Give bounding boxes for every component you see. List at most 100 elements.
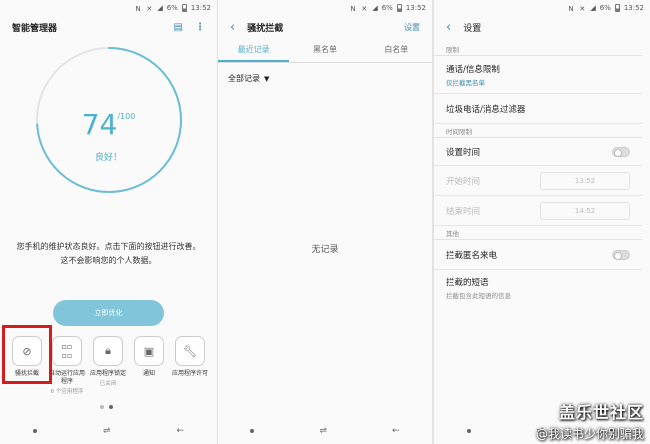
page-dot-active	[109, 405, 113, 409]
tab-blacklist[interactable]: 黑名单	[289, 38, 360, 60]
back-arrow-icon[interactable]: ‹	[446, 20, 451, 35]
section-header-limit: 限制	[434, 42, 642, 56]
battery-icon	[181, 4, 187, 12]
signal-icon: ◢	[157, 4, 163, 12]
page-indicator	[100, 405, 113, 409]
call-blocking-screen: N ✕ ◢ 6% 13:52 ‹ 骚扰拦截 设置 最近记录 黑名单 白名单 全部…	[218, 0, 432, 444]
description-line-1: 您手机的维护状态良好。点击下面的按钮进行改善。	[16, 242, 201, 251]
battery-icon	[396, 4, 402, 12]
mute-icon: ✕	[146, 4, 153, 13]
set-time-item[interactable]: 设置时间	[434, 138, 642, 166]
block-anonymous-item[interactable]: 拦截匿名来电	[434, 240, 642, 270]
recent-apps-icon[interactable]	[250, 429, 255, 433]
navigation-bar: ⇌ ←	[0, 418, 217, 444]
home-icon[interactable]: ⇌	[103, 426, 111, 436]
tab-whitelist[interactable]: 白名单	[361, 38, 432, 60]
page-title: 设置	[463, 23, 482, 34]
tile-label: 应用程序锁定	[89, 370, 126, 377]
blocked-phrases-item[interactable]: 拦截的短语 拦截包含此短语的信息	[434, 270, 642, 306]
smart-manager-screen: N ✕ ◢ 6% 13:52 智能管理器 ▤ ⋮ 74/100 良好！ 您手机的…	[0, 0, 217, 444]
item-subtitle: 拦截包含此短语的信息	[446, 292, 511, 300]
notification-icon: ▣	[134, 336, 164, 366]
tab-bar: 最近记录 黑名单 白名单	[218, 38, 432, 60]
maintenance-description: 您手机的维护状态良好。点击下面的按钮进行改善。 这不会影响您的个人数据。	[8, 240, 209, 268]
tile-label: 自动运行应用程序	[48, 370, 85, 385]
description-line-2: 这不会影响您的个人数据。	[60, 256, 157, 265]
start-time-field: 13:52	[540, 171, 630, 190]
item-title: 通话/信息限制	[446, 64, 500, 75]
app-bar: ‹ 设置	[434, 16, 650, 38]
mute-icon: ✕	[361, 4, 368, 13]
nfc-icon: N	[568, 4, 574, 13]
report-icon[interactable]: ▤	[174, 22, 183, 33]
back-icon[interactable]: ←	[176, 426, 184, 436]
status-bar: N ✕ ◢ 6% 13:52	[218, 0, 432, 16]
back-icon[interactable]: ←	[392, 426, 400, 436]
home-icon[interactable]: ⇌	[319, 426, 327, 436]
nfc-icon: N	[135, 4, 141, 13]
app-bar: ‹ 骚扰拦截 设置	[218, 16, 432, 38]
optimize-now-button[interactable]: 立即优化	[53, 300, 164, 326]
empty-state: 无记录	[311, 245, 339, 255]
item-title: 结束时间	[446, 206, 481, 217]
battery-percent: 6%	[599, 4, 611, 12]
item-title: 拦截匿名来电	[446, 250, 498, 261]
settings-link[interactable]: 设置	[404, 22, 420, 33]
more-options-icon[interactable]: ⋮	[195, 22, 205, 33]
block-anonymous-toggle[interactable]	[612, 249, 630, 260]
start-time-item: 开始时间 13:52	[434, 166, 642, 196]
dropdown-arrow-icon: ▼	[264, 74, 270, 83]
watermark-author: @我读书少你别骗我	[535, 427, 644, 441]
call-message-limit-item[interactable]: 通话/信息限制 仅拦截黑名单	[434, 56, 642, 94]
status-time: 13:52	[190, 4, 211, 12]
tile-app-permissions[interactable]: 🔧︎ 应用程序许可	[171, 336, 209, 378]
score-value: 74	[81, 108, 118, 141]
highlight-box	[2, 325, 52, 384]
navigation-bar: ⇌ ←	[218, 418, 432, 444]
recent-apps-icon[interactable]	[32, 429, 37, 433]
battery-icon	[614, 4, 620, 12]
tab-recent[interactable]: 最近记录	[218, 38, 289, 60]
recent-apps-icon[interactable]	[466, 429, 471, 433]
page-dot	[100, 405, 104, 409]
section-header-time: 时间限制	[434, 124, 642, 138]
signal-icon: ◢	[590, 4, 596, 12]
set-time-toggle[interactable]	[612, 146, 630, 157]
apps-grid-icon: ▫▫ ▫▫	[52, 336, 82, 366]
score-max: /100	[117, 112, 136, 121]
tile-label: 应用程序许可	[171, 370, 208, 377]
signal-icon: ◢	[372, 4, 378, 12]
status-time: 13:52	[405, 4, 426, 12]
record-filter-dropdown[interactable]: 全部记录 ▼	[218, 63, 432, 94]
status-time: 13:52	[623, 4, 644, 12]
end-time-field: 14:52	[540, 201, 630, 220]
status-bar: N ✕ ◢ 6% 13:52	[434, 0, 650, 16]
wrench-icon: 🔧︎	[175, 336, 205, 366]
score-label: 良好！	[94, 153, 122, 163]
item-title: 设置时间	[446, 147, 481, 158]
page-title: 骚扰拦截	[247, 23, 284, 34]
tile-label: 通知	[142, 370, 155, 377]
item-title: 垃圾电话/消息过滤器	[446, 104, 526, 115]
filter-label: 全部记录	[228, 74, 260, 83]
back-arrow-icon[interactable]: ‹	[230, 20, 235, 35]
mute-icon: ✕	[579, 4, 586, 13]
tile-sub: 已关闭	[99, 381, 117, 387]
battery-percent: 6%	[166, 4, 178, 12]
watermark-logo-text: 盖乐世社区	[558, 403, 644, 422]
item-title: 拦截的短语	[446, 278, 489, 288]
page-title: 智能管理器	[12, 23, 58, 34]
item-title: 开始时间	[446, 176, 481, 187]
battery-percent: 6%	[381, 4, 393, 12]
tile-auto-run-apps[interactable]: ▫▫ ▫▫ 自动运行应用程序 6 个应用程序	[48, 336, 86, 395]
end-time-item: 结束时间 14:52	[434, 196, 642, 226]
score-display: 74/100	[0, 108, 217, 141]
nfc-icon: N	[350, 4, 356, 13]
spam-filter-item[interactable]: 垃圾电话/消息过滤器	[434, 94, 642, 124]
tile-notifications[interactable]: ▣ 通知	[130, 336, 168, 378]
tile-sub: 6 个应用程序	[50, 389, 84, 395]
tile-app-lock[interactable]: 🔒︎ 应用程序锁定 已关闭	[89, 336, 127, 387]
section-header-other: 其他	[434, 226, 642, 240]
settings-screen: N ✕ ◢ 6% 13:52 ‹ 设置 限制 通话/信息限制 仅拦截黑名单 垃圾…	[434, 0, 650, 444]
lock-icon: 🔒︎	[93, 336, 123, 366]
